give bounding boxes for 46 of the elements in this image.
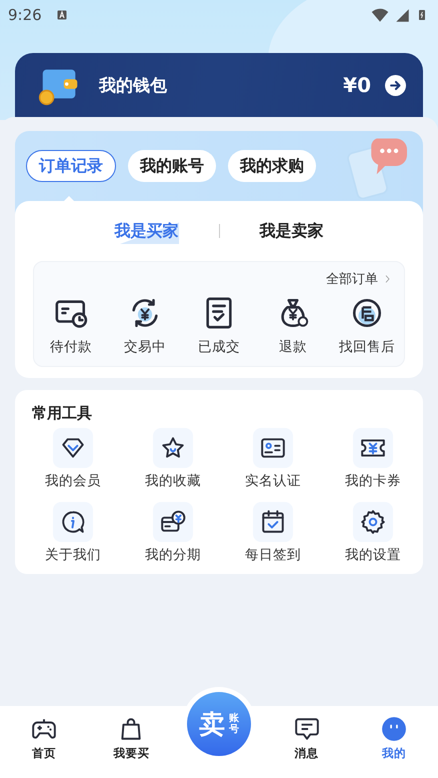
message-icon bbox=[294, 716, 320, 742]
calendar-check-icon bbox=[260, 509, 286, 535]
tool-icon-tile[interactable] bbox=[353, 502, 393, 542]
chevron-right-icon bbox=[383, 273, 392, 285]
wallet-title: 我的钱包 bbox=[99, 74, 168, 96]
tool-label[interactable]: 我的收藏 bbox=[145, 472, 201, 490]
nav-item[interactable]: 消息 bbox=[262, 716, 350, 761]
nav-item[interactable]: 我的 bbox=[350, 716, 438, 761]
all-orders-label[interactable]: 全部订单 bbox=[326, 270, 378, 288]
tool-icon-tile[interactable] bbox=[353, 428, 393, 468]
order-status-label[interactable]: 交易中 bbox=[124, 338, 166, 356]
nav-item[interactable]: 首页 bbox=[0, 716, 88, 761]
tool-label[interactable]: 我的设置 bbox=[345, 546, 401, 564]
arrow-right-icon bbox=[385, 74, 406, 96]
tool-icon-tile[interactable] bbox=[253, 428, 293, 468]
wallet-balance: ¥0 bbox=[343, 73, 371, 97]
tool-label[interactable]: 关于我们 bbox=[45, 546, 101, 564]
order-status-label[interactable]: 待付款 bbox=[50, 338, 92, 356]
tab[interactable]: 订单记录 bbox=[26, 150, 116, 182]
keyboard-icon bbox=[56, 9, 68, 21]
tool-label[interactable]: 实名认证 bbox=[245, 472, 301, 490]
tool-label[interactable]: 我的分期 bbox=[145, 546, 201, 564]
tool-icon-tile[interactable] bbox=[153, 428, 193, 468]
order-status-label[interactable]: 找回售后 bbox=[339, 338, 395, 356]
tab[interactable]: 我的账号 bbox=[128, 150, 216, 182]
signal-icon bbox=[395, 8, 410, 22]
tool-icon-tile[interactable] bbox=[153, 502, 193, 542]
role-tab[interactable]: 我是卖家 bbox=[260, 218, 324, 244]
tool-icon-tile[interactable] bbox=[253, 502, 293, 542]
section-title: 常用工具 bbox=[31, 404, 93, 423]
circle-icon bbox=[350, 296, 384, 330]
wallet-card[interactable]: 我的钱包 ¥0 bbox=[15, 53, 423, 117]
tab[interactable]: 我的求购 bbox=[228, 150, 316, 182]
status-time: 9:26 bbox=[8, 6, 42, 24]
order-status-label[interactable]: 已成交 bbox=[198, 338, 240, 356]
settings-icon bbox=[360, 509, 386, 535]
info-icon bbox=[60, 509, 86, 535]
order-status-label[interactable]: 退款 bbox=[279, 338, 307, 356]
tool-icon-tile[interactable] bbox=[53, 428, 93, 468]
face-icon bbox=[381, 716, 408, 742]
tool-icon-tile[interactable] bbox=[53, 502, 93, 542]
nav-item[interactable]: 我要买 bbox=[88, 716, 176, 761]
wifi-icon bbox=[371, 6, 389, 24]
tool-label[interactable]: 我的卡券 bbox=[345, 472, 401, 490]
tool-label[interactable]: 我的会员 bbox=[45, 472, 101, 490]
tool-label[interactable]: 每日签到 bbox=[245, 546, 301, 564]
